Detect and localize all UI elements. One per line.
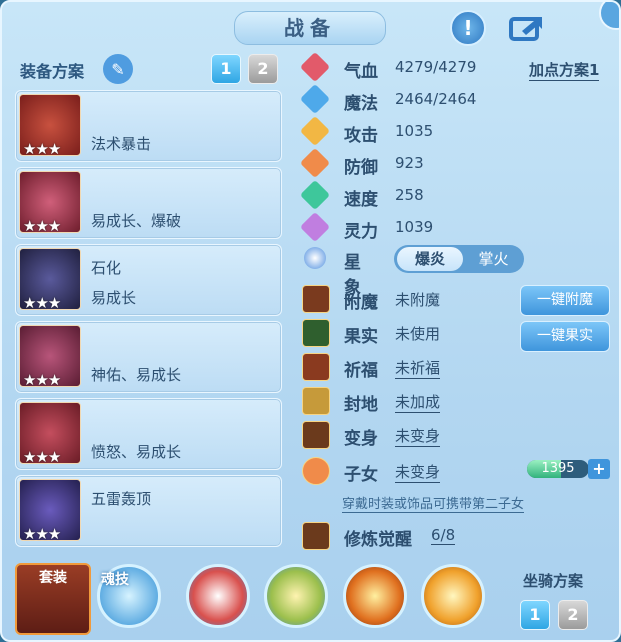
stat-label: 魔法 [344, 94, 378, 114]
child-icon [302, 457, 330, 485]
child-exp-value: 1395 [541, 461, 575, 476]
title-bar: 战备 [234, 11, 386, 45]
equip-effect: 易成长、爆破 [91, 212, 182, 230]
star-option-active[interactable]: 爆炎 [397, 247, 463, 271]
blessing-icon [302, 353, 330, 381]
equip-slot-helmet[interactable]: ★★★ 易成长、爆破 [15, 167, 282, 239]
heart-icon [299, 51, 331, 83]
enhance-value[interactable]: 未加成 [395, 391, 441, 413]
stat-spirit: 灵力 1039 [299, 211, 602, 243]
equip-effect: 法术暴击 [91, 135, 152, 153]
star-sign-icon [304, 247, 326, 269]
spirit-icon [299, 211, 331, 243]
star-rating: ★★★ [23, 371, 61, 389]
enhance-label: 子女 [344, 465, 378, 485]
equip-skill: 石化 [91, 259, 122, 277]
equip-effect: 易成长 [91, 289, 137, 307]
equip-skill: 五雷轰顶 [91, 490, 152, 508]
star-rating: ★★★ [23, 448, 61, 466]
equip-slot-belt[interactable]: ★★★ 愤怒、易成长 [15, 398, 282, 470]
share-icon[interactable] [507, 10, 545, 44]
skill-slot-1[interactable] [186, 564, 250, 628]
enhance-value: 未使用 [395, 325, 441, 343]
enhance-label: 修炼觉醒 [344, 530, 412, 550]
soul-skill-label: 魂技 [101, 572, 129, 588]
enhance-value: 未附魔 [395, 291, 441, 309]
battle-prep-panel: 战备 ! 装备方案 ✎ 1 2 ★★★ 法术暴击 ★★★ 易成长、爆破 ★★★ … [0, 0, 621, 642]
exclamation-icon[interactable]: ! [450, 10, 486, 46]
stat-attack: 攻击 1035 [299, 115, 602, 147]
stat-value: 1039 [395, 218, 434, 236]
suit-label: 套装 [39, 570, 67, 586]
speed-icon [299, 179, 331, 211]
equip-plan-2-button[interactable]: 2 [248, 54, 278, 84]
star-rating: ★★★ [23, 294, 61, 312]
enhance-value[interactable]: 未变身 [395, 425, 441, 447]
mount-plan-2-button[interactable]: 2 [558, 600, 588, 630]
star-option-inactive[interactable]: 掌火 [466, 247, 521, 271]
shield-icon [299, 147, 331, 179]
equip-slot-weapon[interactable]: ★★★ 法术暴击 [15, 90, 282, 162]
stat-value: 4279/4279 [395, 58, 477, 76]
star-rating: ★★★ [23, 140, 61, 158]
equip-effect: 愤怒、易成长 [91, 443, 182, 461]
enhance-label: 封地 [344, 395, 378, 415]
equip-plan-1-button[interactable]: 1 [211, 54, 241, 84]
mount-plan-1-button[interactable]: 1 [520, 600, 550, 630]
stat-value: 258 [395, 186, 424, 204]
enhance-value[interactable]: 6/8 [431, 526, 456, 545]
close-icon[interactable] [599, 2, 619, 30]
stat-value: 2464/2464 [395, 90, 477, 108]
stat-label: 防御 [344, 158, 378, 178]
mount-plan-title: 坐骑方案 [523, 572, 584, 590]
stat-label: 速度 [344, 190, 378, 210]
equip-plan-title: 装备方案 [20, 62, 85, 81]
enhance-value[interactable]: 未变身 [395, 461, 441, 483]
fief-icon [302, 387, 330, 415]
edit-pencil-icon[interactable]: ✎ [103, 54, 133, 84]
stat-hp: 气血 4279/4279 [299, 51, 602, 83]
stat-label: 灵力 [344, 222, 378, 242]
stat-label: 攻击 [344, 126, 378, 146]
fruit-icon [302, 319, 330, 347]
one-click-fruit-button[interactable]: 一键果实 [520, 321, 610, 352]
enhance-label: 变身 [344, 429, 378, 449]
second-child-hint[interactable]: 穿戴时装或饰品可携带第二子女 [342, 493, 525, 513]
star-sign-toggle[interactable]: 爆炎 掌火 [394, 245, 524, 273]
add-child-exp-button[interactable]: + [588, 459, 610, 479]
skill-slot-3[interactable] [343, 564, 407, 628]
stat-value: 1035 [395, 122, 434, 140]
suit-button[interactable]: 套装 [15, 563, 91, 635]
mana-icon [299, 83, 331, 115]
skill-slot-2[interactable] [264, 564, 328, 628]
sword-icon [299, 115, 331, 147]
star-rating: ★★★ [23, 525, 61, 543]
equip-slot-necklace[interactable]: ★★★ 神佑、易成长 [15, 321, 282, 393]
stat-defense: 防御 923 [299, 147, 602, 179]
star-rating: ★★★ [23, 217, 61, 235]
equip-slot-armor[interactable]: ★★★ 石化 易成长 [15, 244, 282, 316]
page-title: 战备 [284, 16, 336, 40]
equip-slot-boots[interactable]: ★★★ 五雷轰顶 [15, 475, 282, 547]
equip-effect: 神佑、易成长 [91, 366, 182, 384]
enhance-label: 果实 [344, 327, 378, 347]
enhance-label: 附魔 [344, 293, 378, 313]
stat-mp: 魔法 2464/2464 [299, 83, 602, 115]
one-click-enchant-button[interactable]: 一键附魔 [520, 285, 610, 316]
transform-icon [302, 421, 330, 449]
enchant-icon [302, 285, 330, 313]
stat-label: 气血 [344, 62, 378, 82]
skill-slot-4[interactable] [421, 564, 485, 628]
enhance-value[interactable]: 未祈福 [395, 357, 441, 379]
cultivation-icon [302, 522, 330, 550]
enhance-label: 祈福 [344, 361, 378, 381]
stat-value: 923 [395, 154, 424, 172]
stat-speed: 速度 258 [299, 179, 602, 211]
